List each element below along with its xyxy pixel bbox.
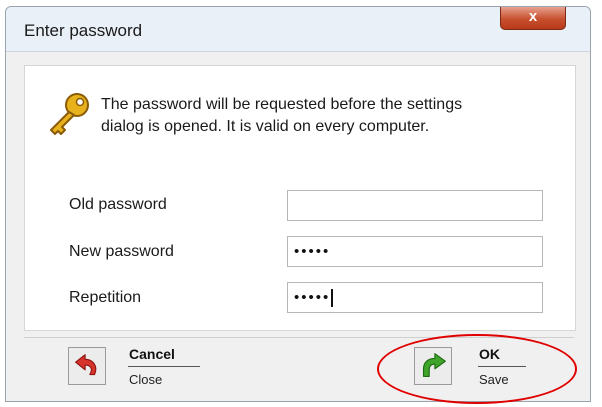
key-icon: [50, 93, 89, 135]
repetition-input[interactable]: •••••: [287, 282, 543, 313]
text-caret: [331, 289, 334, 308]
info-text: The password will be requested before th…: [101, 94, 462, 138]
content-panel: The password will be requested before th…: [24, 65, 576, 331]
repetition-value: •••••: [294, 289, 331, 306]
cancel-button[interactable]: Cancel: [129, 346, 175, 362]
new-password-label: New password: [69, 243, 174, 260]
cancel-divider: [128, 366, 200, 367]
cancel-subtitle: Close: [129, 372, 163, 387]
undo-arrow-icon[interactable]: [68, 347, 106, 385]
repetition-label: Repetition: [69, 289, 142, 306]
old-password-input[interactable]: [287, 190, 543, 221]
new-password-input[interactable]: •••••: [287, 236, 543, 267]
info-line-1: The password will be requested before th…: [101, 96, 463, 113]
dialog-title: Enter password: [24, 21, 143, 40]
title-bar[interactable]: Enter password x: [6, 7, 590, 52]
close-button[interactable]: x: [500, 7, 566, 30]
old-password-label: Old password: [69, 196, 167, 213]
close-icon: x: [528, 8, 538, 25]
highlight-ellipse: [377, 334, 577, 404]
new-password-value: •••••: [294, 243, 331, 260]
info-line-2: dialog is opened. It is valid on every c…: [101, 118, 430, 135]
